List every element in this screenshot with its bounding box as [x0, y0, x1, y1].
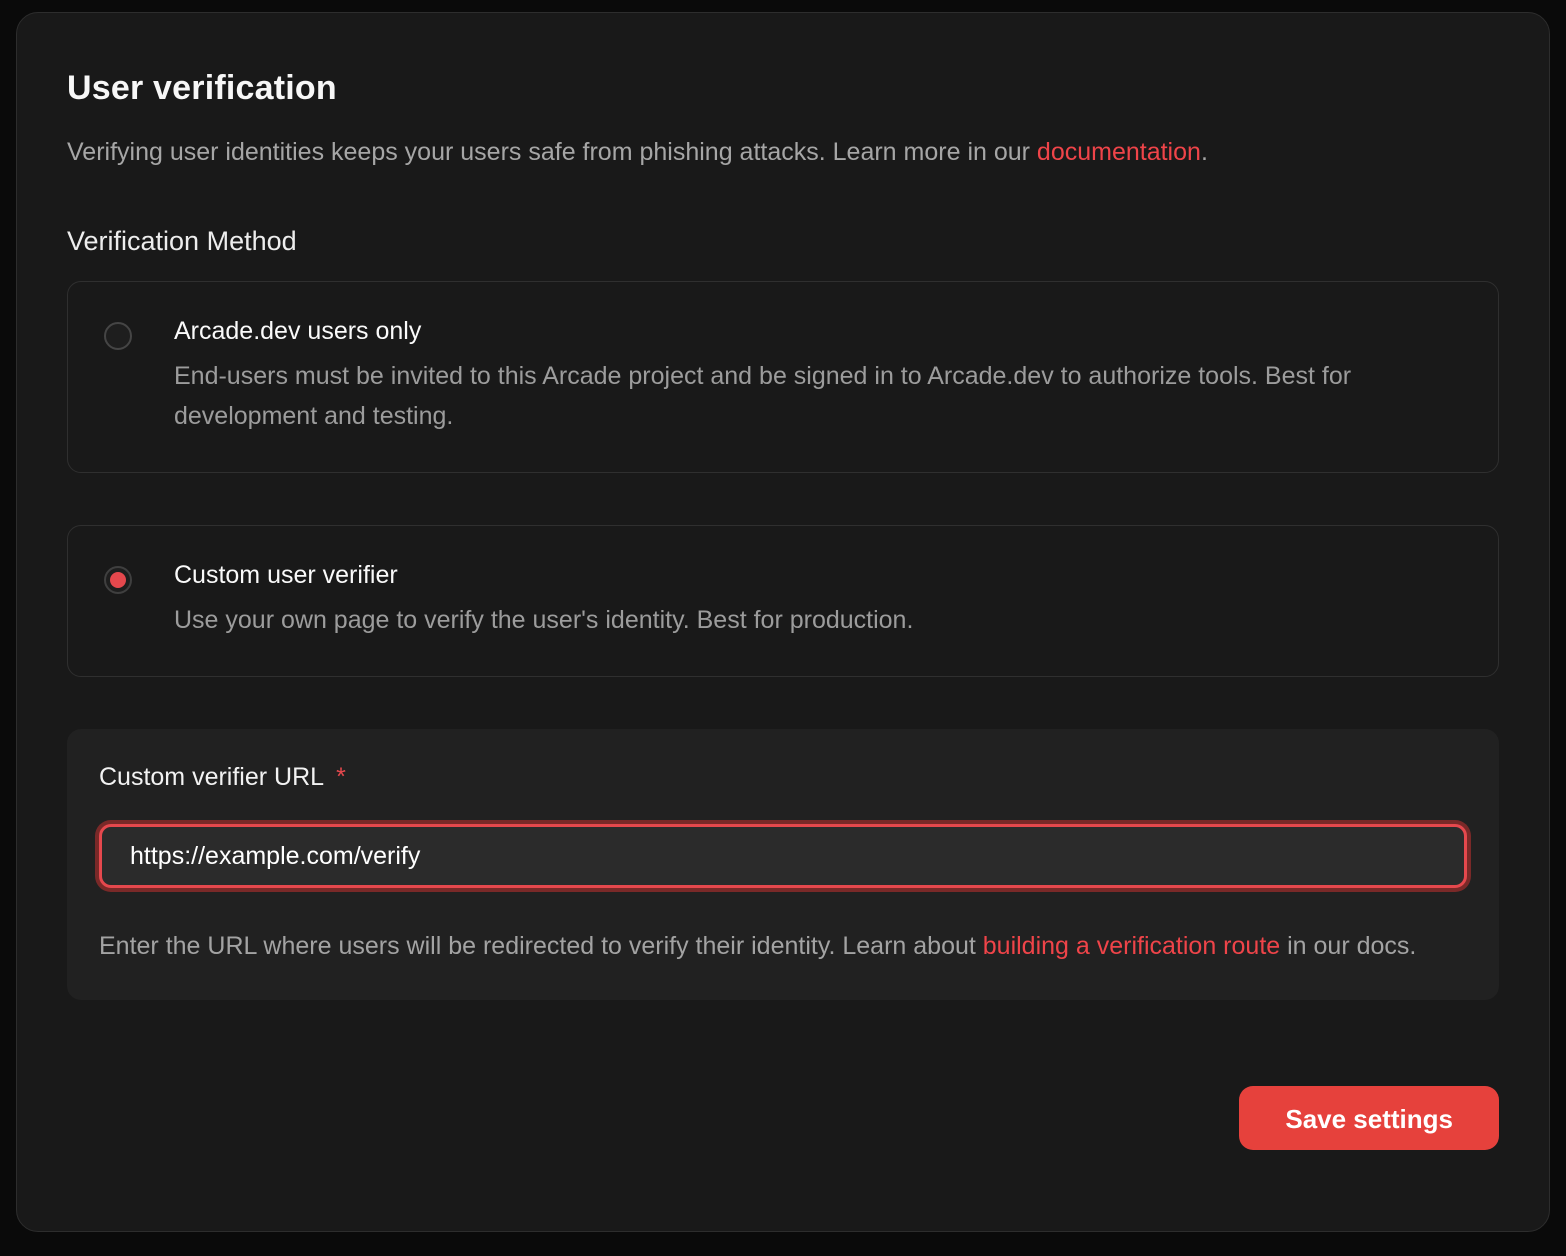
verification-method-heading: Verification Method: [67, 226, 1499, 257]
subtitle-period: .: [1201, 138, 1208, 166]
option-label: Custom user verifier: [174, 558, 913, 592]
subtitle-text: Verifying user identities keeps your use…: [67, 138, 1037, 166]
option-custom-user-verifier[interactable]: Custom user verifier Use your own page t…: [67, 525, 1499, 677]
radio-dot: [110, 572, 126, 588]
help-text: Enter the URL where users will be redire…: [99, 932, 983, 960]
user-verification-card: User verification Verifying user identit…: [16, 12, 1550, 1232]
option-text: Arcade.dev users only End-users must be …: [174, 314, 1462, 436]
field-label-row: Custom verifier URL *: [99, 763, 1467, 792]
option-label: Arcade.dev users only: [174, 314, 1462, 348]
custom-verifier-url-label: Custom verifier URL: [99, 763, 324, 791]
custom-verifier-url-panel: Custom verifier URL * Enter the URL where…: [67, 729, 1499, 1000]
option-arcade-users-only[interactable]: Arcade.dev users only End-users must be …: [67, 281, 1499, 473]
page-subtitle: Verifying user identities keeps your use…: [67, 134, 1499, 170]
page-title: User verification: [67, 69, 1499, 108]
help-text-end: in our docs.: [1280, 932, 1416, 960]
option-description: End-users must be invited to this Arcade…: [174, 356, 1462, 436]
custom-verifier-url-input[interactable]: [99, 824, 1467, 888]
required-asterisk: *: [336, 763, 346, 791]
field-help-text: Enter the URL where users will be redire…: [99, 926, 1467, 966]
building-verification-route-link[interactable]: building a verification route: [983, 932, 1280, 960]
radio-custom-user-verifier[interactable]: [104, 566, 132, 594]
option-text: Custom user verifier Use your own page t…: [174, 558, 913, 640]
option-description: Use your own page to verify the user's i…: [174, 600, 913, 640]
radio-arcade-users-only[interactable]: [104, 322, 132, 350]
footer-actions: Save settings: [67, 1086, 1499, 1150]
documentation-link[interactable]: documentation: [1037, 138, 1201, 166]
save-settings-button[interactable]: Save settings: [1239, 1086, 1499, 1150]
